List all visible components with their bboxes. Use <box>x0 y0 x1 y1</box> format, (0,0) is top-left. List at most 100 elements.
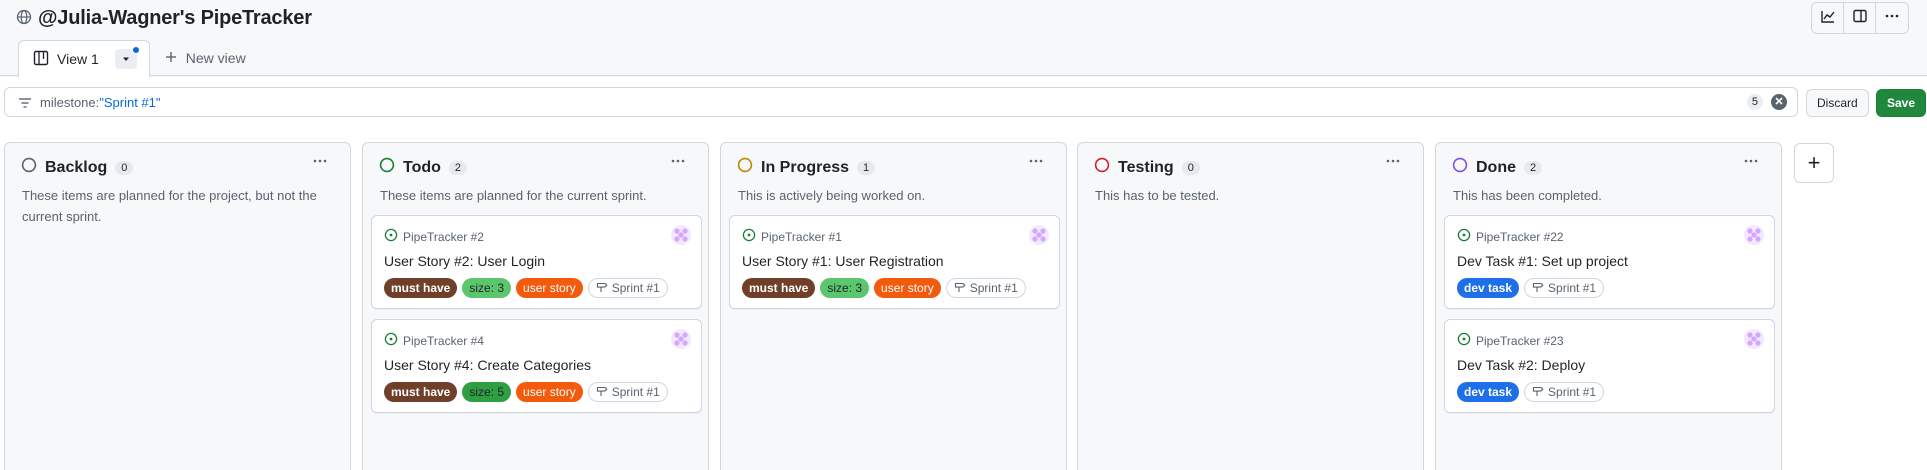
x-circle-icon <box>1775 96 1783 108</box>
issue-ref-text: PipeTracker #23 <box>1476 333 1564 348</box>
issue-ref-text: PipeTracker #2 <box>403 229 484 244</box>
milestone-icon <box>596 281 608 296</box>
more-options-button[interactable] <box>1876 3 1908 33</box>
assignee-avatar[interactable] <box>1744 329 1764 349</box>
column-count: 1 <box>857 160 876 175</box>
milestone-text: Sprint #1 <box>611 281 660 295</box>
issue-ref-text: PipeTracker #4 <box>403 333 484 348</box>
label-badge[interactable]: must have <box>384 382 458 402</box>
filter-query: milestone:"Sprint #1" <box>40 95 161 110</box>
label-badge[interactable]: dev task <box>1457 278 1520 298</box>
column-title: Done <box>1476 158 1516 176</box>
column-menu-button[interactable] <box>1743 153 1759 174</box>
issue-opened-icon <box>742 228 756 245</box>
column-menu-button[interactable] <box>1385 153 1401 174</box>
column-title: Testing <box>1118 158 1174 176</box>
issue-title[interactable]: User Story #4: Create Categories <box>384 357 591 373</box>
sidebar-icon <box>1852 8 1868 29</box>
tab-view-1[interactable]: View 1 <box>18 40 150 77</box>
issue-reference[interactable]: PipeTracker #23 <box>1457 332 1564 349</box>
label-badge[interactable]: size: 3 <box>462 278 512 298</box>
kebab-icon <box>312 153 328 173</box>
toggle-sidebar-button[interactable] <box>1844 3 1876 33</box>
issue-card[interactable]: PipeTracker #22 Dev Task #1: Set up proje… <box>1444 215 1775 309</box>
column-header: Testing 0 <box>1094 157 1200 178</box>
issue-reference[interactable]: PipeTracker #2 <box>384 228 484 245</box>
column-count: 0 <box>115 160 134 175</box>
column-testing: Testing 0 This has to be tested. <box>1077 142 1424 470</box>
assignee-avatar[interactable] <box>671 329 691 349</box>
triangle-down-icon <box>121 51 131 67</box>
column-count: 0 <box>1181 160 1200 175</box>
issue-opened-icon <box>384 228 398 245</box>
label-badge[interactable]: dev task <box>1457 382 1520 402</box>
column-description: These items are planned for the project,… <box>22 188 317 224</box>
discard-button[interactable]: Discard <box>1806 89 1869 117</box>
view-options-button[interactable] <box>114 46 140 69</box>
column-description: These items are planned for the current … <box>380 188 647 203</box>
filter-input[interactable]: milestone:"Sprint #1" 5 <box>4 87 1798 117</box>
issue-reference[interactable]: PipeTracker #4 <box>384 332 484 349</box>
column-header: In Progress 1 <box>737 157 876 178</box>
insights-button[interactable] <box>1812 3 1844 33</box>
issue-ref-text: PipeTracker #1 <box>761 229 842 244</box>
assignee-avatar[interactable] <box>671 225 691 245</box>
issue-title[interactable]: Dev Task #2: Deploy <box>1457 357 1585 373</box>
save-button[interactable]: Save <box>1876 89 1927 117</box>
label-list: must have size: 3 user story Sprint #1 <box>384 278 668 298</box>
globe-icon <box>16 9 34 27</box>
issue-title[interactable]: User Story #1: User Registration <box>742 253 944 269</box>
column-menu-button[interactable] <box>312 153 328 174</box>
unsaved-changes-dot <box>131 46 140 54</box>
milestone-badge[interactable]: Sprint #1 <box>1524 382 1605 402</box>
issue-ref-text: PipeTracker #22 <box>1476 229 1564 244</box>
label-list: dev task Sprint #1 <box>1457 278 1605 298</box>
status-circle-icon <box>737 157 753 178</box>
assignee-avatar[interactable] <box>1744 225 1764 245</box>
issue-reference[interactable]: PipeTracker #22 <box>1457 228 1564 245</box>
milestone-badge[interactable]: Sprint #1 <box>1524 278 1605 298</box>
milestone-badge[interactable]: Sprint #1 <box>587 278 668 298</box>
issue-reference[interactable]: PipeTracker #1 <box>742 228 842 245</box>
issue-title[interactable]: Dev Task #1: Set up project <box>1457 253 1628 269</box>
kebab-icon <box>670 153 686 173</box>
issue-card[interactable]: PipeTracker #23 Dev Task #2: Deploy dev ta… <box>1444 319 1775 413</box>
label-badge[interactable]: size: 3 <box>820 278 870 298</box>
new-view-button[interactable]: New view <box>164 40 246 76</box>
issue-title[interactable]: User Story #2: User Login <box>384 253 545 269</box>
column-description: This is actively being worked on. <box>738 188 926 203</box>
label-badge[interactable]: must have <box>742 278 816 298</box>
add-column-button[interactable]: + <box>1794 143 1834 183</box>
filter-key: milestone: <box>40 95 100 110</box>
issue-card[interactable]: PipeTracker #2 User Story #2: User Login m… <box>371 215 702 309</box>
board-icon <box>33 50 49 69</box>
column-description: This has been completed. <box>1453 188 1602 203</box>
status-circle-icon <box>21 157 37 178</box>
column-title: Backlog <box>45 158 108 176</box>
issue-card[interactable]: PipeTracker #1 User Story #1: User Regist… <box>729 215 1060 309</box>
label-badge[interactable]: user story <box>516 382 583 402</box>
label-list: dev task Sprint #1 <box>1457 382 1605 402</box>
label-list: must have size: 5 user story Sprint #1 <box>384 382 668 402</box>
assignee-avatar[interactable] <box>1029 225 1049 245</box>
column-todo: Todo 2 These items are planned for the cur… <box>362 142 709 470</box>
milestone-badge[interactable]: Sprint #1 <box>587 382 668 402</box>
column-backlog: Backlog 0 These items are planned for the … <box>4 142 351 470</box>
milestone-badge[interactable]: Sprint #1 <box>945 278 1026 298</box>
column-menu-button[interactable] <box>670 153 686 174</box>
label-badge[interactable]: user story <box>516 278 583 298</box>
issue-card[interactable]: PipeTracker #4 User Story #4: Create Cate… <box>371 319 702 413</box>
issue-opened-icon <box>1457 228 1471 245</box>
column-header: Backlog 0 <box>21 157 134 178</box>
result-count: 5 <box>1746 94 1763 110</box>
column-header: Done 2 <box>1452 157 1543 178</box>
project-header: @Julia-Wagner's PipeTracker View 1 New v… <box>0 0 1927 77</box>
status-circle-icon <box>1094 157 1110 178</box>
milestone-icon <box>954 281 966 296</box>
column-menu-button[interactable] <box>1028 153 1044 174</box>
label-badge[interactable]: size: 5 <box>462 382 512 402</box>
label-badge[interactable]: user story <box>874 278 941 298</box>
clear-filter-button[interactable] <box>1771 94 1787 110</box>
issue-opened-icon <box>1457 332 1471 349</box>
label-badge[interactable]: must have <box>384 278 458 298</box>
